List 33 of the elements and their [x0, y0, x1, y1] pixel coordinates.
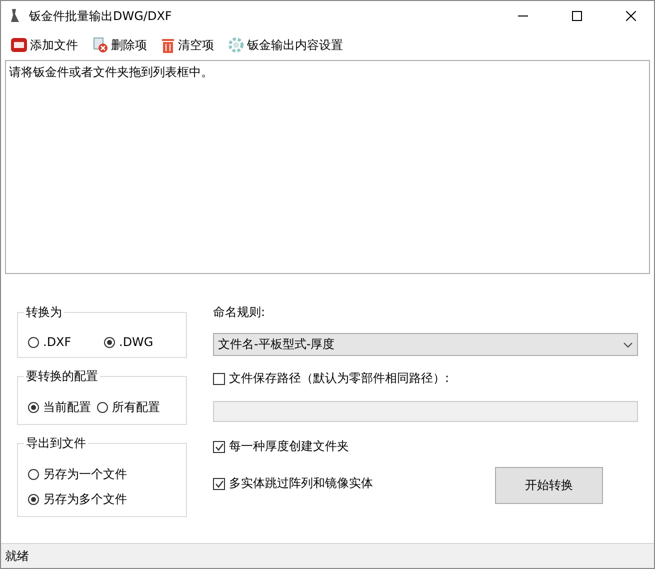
save-path-checkbox[interactable]: 文件保存路径（默认为零部件相同路径）: [213, 370, 638, 387]
maximize-icon [572, 11, 582, 21]
group-title: 导出到文件 [25, 435, 87, 452]
close-icon [626, 11, 636, 21]
app-icon [9, 8, 21, 24]
group-title: 转换为 [25, 304, 63, 321]
group-title: 要转换的配置 [25, 368, 99, 385]
delete-icon [92, 37, 108, 53]
radio-option[interactable]: .DWG [104, 335, 174, 349]
chevron-down-icon [623, 342, 633, 348]
check-icon [214, 442, 224, 450]
toolbar-button[interactable]: 钣金输出内容设置 [228, 36, 343, 54]
radio-option[interactable]: 另存为多个文件 [28, 491, 178, 508]
radio-option[interactable]: 所有配置 [97, 399, 160, 416]
check-icon [214, 480, 224, 488]
option-checkbox[interactable]: 每一种厚度创建文件夹 [213, 438, 638, 455]
file-list-box[interactable]: 请将钣金件或者文件夹拖到列表框中。 [5, 60, 650, 274]
naming-rule-dropdown[interactable]: 文件名-平板型式-厚度 [213, 333, 638, 356]
settings-icon [228, 37, 244, 53]
trash-icon [161, 37, 175, 53]
status-text: 就绪 [5, 548, 29, 564]
toolbar-button[interactable]: 清空项 [161, 36, 214, 54]
radio-option[interactable]: 另存为一个文件 [28, 466, 178, 483]
naming-rule-label: 命名规则: [213, 304, 266, 321]
start-button[interactable]: 开始转换 [495, 467, 603, 504]
radio-option[interactable]: .DXF [28, 335, 98, 349]
toolbar-button[interactable]: 添加文件 [11, 36, 78, 54]
radio-option[interactable]: 当前配置 [28, 399, 91, 416]
option-checkbox[interactable]: 多实体跳过阵列和镜像实体 [213, 475, 373, 492]
window-title: 钣金件批量输出DWG/DXF [29, 8, 173, 24]
app-logo-icon [11, 37, 27, 53]
toolbar-button[interactable]: 删除项 [92, 36, 147, 54]
list-hint: 请将钣金件或者文件夹拖到列表框中。 [9, 65, 213, 79]
